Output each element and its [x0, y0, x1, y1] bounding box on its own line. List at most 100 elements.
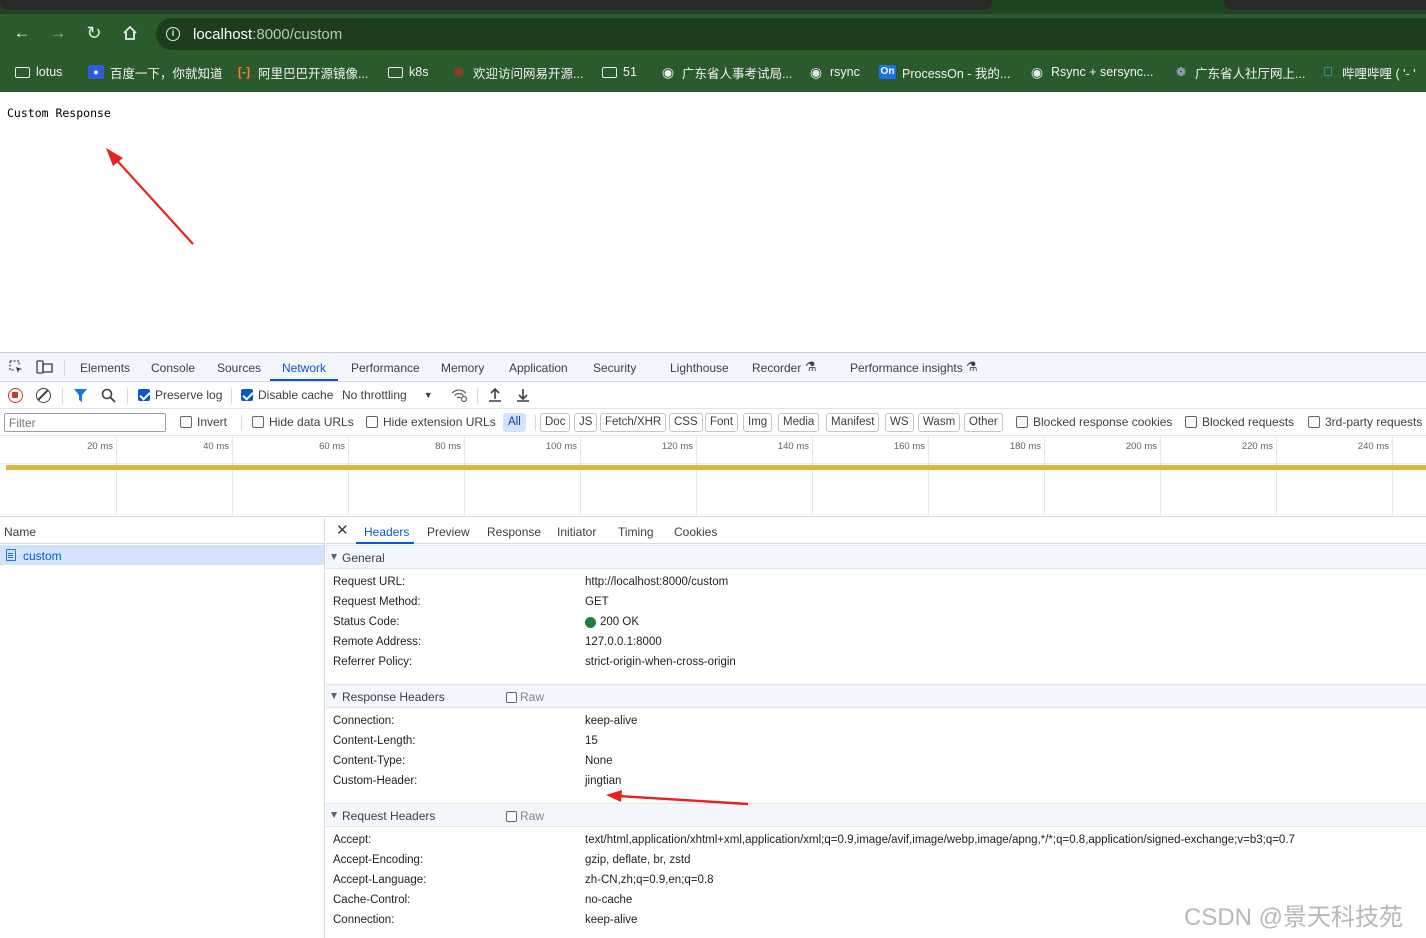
bookmark-bilibili[interactable]: ⎕ 哔哩哔哩 ( '- ' [1320, 64, 1415, 81]
tab-preview[interactable]: Preview [427, 525, 470, 539]
request-row[interactable]: custom [0, 545, 324, 565]
type-filter-img[interactable]: Img [743, 413, 773, 432]
inspect-element-icon[interactable] [9, 360, 24, 378]
request-list-header[interactable]: Name [0, 518, 324, 544]
general-section-header[interactable]: General [326, 545, 1426, 569]
checkbox-unchecked[interactable] [506, 691, 517, 703]
bookmark-gd-hr[interactable]: ❁ 广东省人社厅网上... [1173, 64, 1305, 81]
bookmark-processon[interactable]: On ProcessOn - 我的... [879, 64, 1010, 81]
header-value[interactable]: strict-origin-when-cross-origin [585, 656, 736, 668]
tab-application[interactable]: Application [509, 361, 568, 375]
filter-input[interactable] [4, 413, 166, 432]
raw-toggle[interactable]: Raw [506, 690, 544, 704]
type-filter-all[interactable]: All [503, 413, 526, 432]
checkbox-unchecked[interactable] [252, 416, 264, 428]
bookmark-rsync-sersync[interactable]: ◉ Rsync + sersync... [1029, 64, 1154, 80]
network-overview-timeline[interactable]: 20 ms 40 ms 60 ms 80 ms 100 ms 120 ms 140 ms 16… [0, 437, 1426, 517]
header-value[interactable]: None [585, 755, 613, 767]
reload-icon[interactable]: ↻ [83, 22, 105, 44]
tab-console[interactable]: Console [151, 361, 195, 375]
hide-extension-urls-checkbox[interactable]: Hide extension URLs [366, 415, 496, 429]
tab-memory[interactable]: Memory [441, 361, 484, 375]
header-value[interactable]: keep-alive [585, 715, 637, 727]
bookmark-baidu[interactable]: ● 百度一下，你就知道 [88, 64, 223, 81]
name-column-header[interactable]: Name [4, 525, 36, 539]
header-value[interactable]: zh-CN,zh;q=0.9,en;q=0.8 [585, 874, 714, 886]
checkbox-checked[interactable] [241, 389, 253, 401]
header-value[interactable]: gzip, deflate, br, zstd [585, 854, 690, 866]
header-value[interactable]: text/html,application/xhtml+xml,applicat… [585, 834, 1295, 846]
active-tab[interactable] [0, 0, 992, 10]
bookmark-k8s[interactable]: k8s [388, 64, 428, 80]
tab-cookies[interactable]: Cookies [674, 525, 717, 539]
tab-security[interactable]: Security [593, 361, 636, 375]
type-filter-manifest[interactable]: Manifest [826, 413, 880, 432]
checkbox-unchecked[interactable] [1185, 416, 1197, 428]
home-icon[interactable] [119, 22, 141, 44]
header-value[interactable]: 127.0.0.1:8000 [585, 636, 662, 648]
bookmark-netease[interactable]: ❄ 欢迎访问网易开源... [451, 64, 583, 81]
filter-icon[interactable] [74, 389, 87, 405]
type-filter-wasm[interactable]: Wasm [918, 413, 961, 432]
network-conditions-icon[interactable] [450, 388, 468, 405]
type-filter-font[interactable]: Font [705, 413, 739, 432]
third-party-requests-checkbox[interactable]: 3rd-party requests [1308, 415, 1422, 429]
import-har-icon[interactable] [488, 387, 502, 406]
request-headers-section-header[interactable]: Request Headers Raw [326, 803, 1426, 827]
type-filter-other[interactable]: Other [964, 413, 1003, 432]
tab-elements[interactable]: Elements [80, 361, 130, 375]
hide-data-urls-checkbox[interactable]: Hide data URLs [252, 415, 354, 429]
throttling-select[interactable]: No throttling ▼ [342, 388, 433, 402]
disable-cache-checkbox[interactable]: Disable cache [241, 388, 333, 402]
export-har-icon[interactable] [516, 387, 530, 406]
header-value[interactable]: no-cache [585, 894, 632, 906]
blocked-requests-checkbox[interactable]: Blocked requests [1185, 415, 1294, 429]
tab-sources[interactable]: Sources [217, 361, 261, 375]
bookmark-rsync[interactable]: ◉ rsync [808, 64, 860, 80]
close-icon[interactable]: ✕ [336, 521, 349, 539]
invert-checkbox[interactable]: Invert [180, 415, 227, 429]
bookmark-51[interactable]: 51 [602, 64, 637, 80]
tab-performance[interactable]: Performance [351, 361, 420, 375]
header-value[interactable]: http://localhost:8000/custom [585, 576, 728, 588]
tab-recorder[interactable]: Recorder [752, 361, 801, 375]
raw-toggle[interactable]: Raw [506, 809, 544, 823]
type-filter-js[interactable]: JS [574, 413, 598, 432]
header-value[interactable]: 15 [585, 735, 598, 747]
type-filter-fetch-xhr[interactable]: Fetch/XHR [600, 413, 667, 432]
back-icon[interactable]: ← [11, 22, 33, 44]
bookmark-alibaba[interactable]: [-] 阿里巴巴开源镜像... [236, 64, 368, 81]
search-icon[interactable] [101, 388, 116, 406]
tab-performance-insights[interactable]: Performance insights [850, 361, 963, 375]
type-filter-doc[interactable]: Doc [540, 413, 571, 432]
checkbox-unchecked[interactable] [366, 416, 378, 428]
device-toolbar-icon[interactable] [36, 360, 53, 378]
checkbox-unchecked[interactable] [506, 810, 517, 822]
header-value[interactable]: keep-alive [585, 914, 637, 926]
type-filter-media[interactable]: Media [778, 413, 820, 432]
bookmark-lotus[interactable]: lotus [15, 64, 62, 80]
checkbox-unchecked[interactable] [1016, 416, 1028, 428]
preserve-log-checkbox[interactable]: Preserve log [138, 388, 222, 402]
tab-response[interactable]: Response [487, 525, 541, 539]
checkbox-unchecked[interactable] [1308, 416, 1320, 428]
clear-icon[interactable] [36, 388, 51, 403]
header-value[interactable]: jingtian [585, 775, 621, 787]
url-text[interactable]: localhost:8000/custom [193, 26, 342, 43]
tab-network[interactable]: Network [282, 361, 326, 375]
tab-initiator[interactable]: Initiator [557, 525, 596, 539]
type-filter-ws[interactable]: WS [885, 413, 914, 432]
tab-lighthouse[interactable]: Lighthouse [670, 361, 729, 375]
blocked-response-cookies-checkbox[interactable]: Blocked response cookies [1016, 415, 1172, 429]
forward-icon[interactable]: → [47, 22, 69, 44]
tab-headers[interactable]: Headers [364, 525, 409, 539]
header-value[interactable]: GET [585, 596, 609, 608]
checkbox-unchecked[interactable] [180, 416, 192, 428]
status-code-value[interactable]: 200 OK [585, 616, 639, 628]
checkbox-checked[interactable] [138, 389, 150, 401]
tab-timing[interactable]: Timing [618, 525, 654, 539]
type-filter-css[interactable]: CSS [669, 413, 703, 432]
record-icon[interactable] [8, 388, 23, 403]
response-headers-section-header[interactable]: Response Headers Raw [326, 684, 1426, 708]
site-info-icon[interactable]: i [166, 27, 180, 41]
